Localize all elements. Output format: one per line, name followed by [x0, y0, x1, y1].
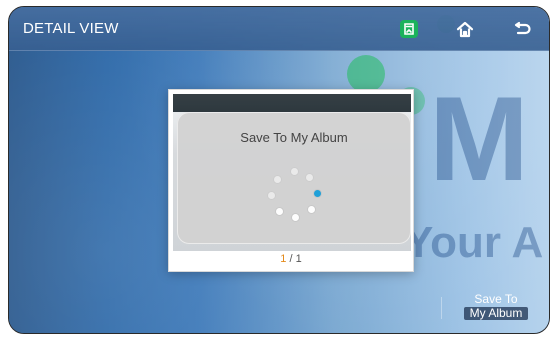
- save-to-my-album-line1: Save To: [474, 291, 518, 306]
- album-button[interactable]: [381, 7, 437, 51]
- spinner-dot: [308, 206, 315, 213]
- loading-spinner: [264, 166, 324, 226]
- spinner-dot: [292, 214, 299, 221]
- page-indicator: 1 / 1: [169, 253, 413, 265]
- spinner-dot: [274, 176, 281, 183]
- save-to-album-dialog: Save To My Album: [177, 112, 411, 244]
- spinner-dot: [306, 174, 313, 181]
- page-separator: /: [289, 253, 293, 265]
- app-window: M Your A DETAIL VIEW Save To My Album 1 …: [8, 6, 550, 334]
- title-bar: DETAIL VIEW: [9, 7, 549, 51]
- photo-thumbnail: Save To My Album: [173, 94, 411, 251]
- title-actions: [381, 7, 549, 51]
- save-dialog-title: Save To My Album: [240, 130, 348, 145]
- page-total: 1: [295, 253, 302, 265]
- page-title: DETAIL VIEW: [23, 20, 119, 37]
- spinner-dot: [276, 208, 283, 215]
- spinner-dot: [291, 168, 298, 175]
- back-icon: [510, 18, 532, 40]
- home-button[interactable]: [437, 7, 493, 51]
- save-to-my-album-line2: My Album: [463, 306, 529, 320]
- album-icon: [398, 18, 420, 40]
- spinner-dot: [314, 190, 321, 197]
- photo-preview-modal: Save To My Album 1 / 1: [168, 89, 414, 272]
- back-button[interactable]: [493, 7, 549, 51]
- spinner-dot: [268, 192, 275, 199]
- save-to-my-album-button[interactable]: Save To My Album: [441, 289, 535, 323]
- home-icon: [454, 18, 476, 40]
- page-current: 1: [280, 253, 287, 265]
